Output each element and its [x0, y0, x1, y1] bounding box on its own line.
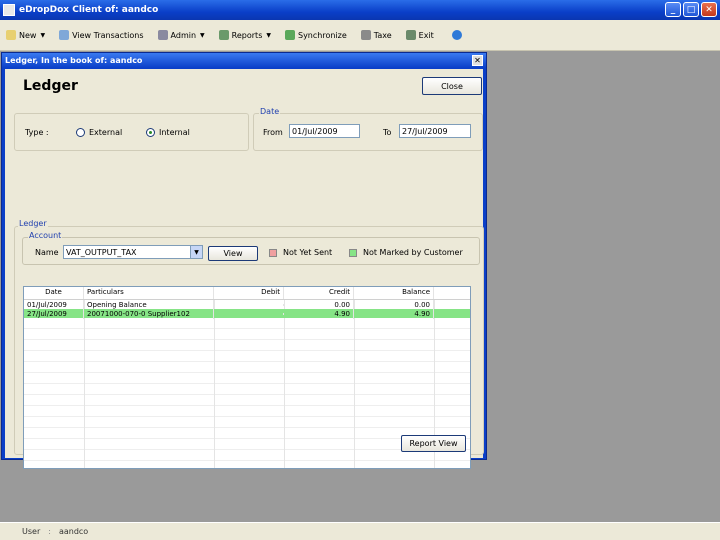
not-yet-sent-label: Not Yet Sent — [283, 248, 333, 257]
toolbar-label: Taxe — [373, 30, 392, 40]
status-user-label: User — [22, 527, 41, 536]
account-group-label: Account — [28, 231, 63, 240]
tax-icon — [360, 30, 371, 40]
toolbar-label: Synchronize — [297, 30, 347, 40]
toolbar-label: New — [19, 30, 37, 40]
to-label: To — [383, 128, 392, 137]
header-credit[interactable]: Credit — [284, 287, 354, 299]
ledger-group-label: Ledger — [18, 219, 48, 228]
toolbar-label: Reports — [231, 30, 263, 40]
header-debit[interactable]: Debit — [214, 287, 284, 299]
to-date-input[interactable]: 27/Jul/2009 — [399, 124, 471, 138]
exit-icon — [405, 30, 416, 40]
toolbar-item-view-transactions[interactable]: View Transactions — [59, 30, 144, 40]
main-toolbar: New ▼ View Transactions Admin ▼ Reports ▼ Synch… — [0, 20, 720, 51]
header-date[interactable]: Date — [24, 287, 84, 299]
cell-debit — [214, 312, 284, 315]
cell-date: 27/Jul/2009 — [24, 308, 84, 319]
window-controls: _ □ ✕ — [665, 2, 717, 17]
cell-credit: 4.90 — [284, 308, 354, 319]
status-separator: : — [48, 527, 51, 536]
toolbar-label: View Transactions — [72, 30, 144, 40]
toolbar-label: Admin — [170, 30, 197, 40]
view-icon — [59, 30, 70, 40]
app-title-bar: eDropDox Client of: aandco _ □ ✕ — [0, 0, 720, 20]
table-row[interactable]: 27/Jul/2009 20071000-070-0 Supplier102 4.9… — [24, 308, 470, 319]
cell-spacer — [434, 313, 470, 315]
app-title: eDropDox Client of: aandco — [19, 5, 159, 15]
globe-icon[interactable] — [451, 30, 462, 40]
toolbar-item-exit[interactable]: Exit — [405, 30, 434, 40]
toolbar-item-synchronize[interactable]: Synchronize — [284, 30, 347, 40]
cell-spacer — [434, 304, 470, 306]
cell-balance: 4.90 — [354, 308, 434, 319]
type-label: Type : — [25, 128, 49, 137]
ledger-window-body: Ledger Close Type : External Internal Da… — [5, 69, 484, 469]
external-label: External — [89, 128, 123, 137]
page-title: Ledger — [23, 78, 78, 94]
close-button[interactable]: Close — [422, 77, 482, 95]
header-spacer — [434, 287, 470, 299]
account-name-select[interactable]: VAT_OUTPUT_TAX ▼ — [63, 245, 203, 259]
chevron-down-icon[interactable]: ▼ — [190, 246, 202, 258]
new-document-icon — [6, 30, 16, 40]
chevron-down-icon[interactable]: ▼ — [40, 32, 45, 39]
internal-radio[interactable] — [146, 128, 155, 137]
header-balance[interactable]: Balance — [354, 287, 434, 299]
external-radio[interactable] — [76, 128, 85, 137]
cell-particulars: 20071000-070-0 Supplier102 — [84, 308, 214, 319]
from-label: From — [263, 128, 283, 137]
admin-icon — [157, 30, 168, 40]
table-header: Date Particulars Debit Credit Balance — [24, 287, 470, 300]
ledger-window-title: Ledger, In the book of: aandco — [2, 53, 486, 68]
maximize-button[interactable]: □ — [683, 2, 699, 17]
type-group — [14, 113, 249, 151]
date-group-label: Date — [259, 107, 281, 116]
ledger-window: Ledger, In the book of: aandco ✕ Ledger … — [1, 52, 487, 469]
chevron-down-icon[interactable]: ▼ — [200, 32, 205, 39]
not-marked-label: Not Marked by Customer — [363, 248, 463, 257]
close-window-button[interactable]: ✕ — [701, 2, 717, 17]
header-particulars[interactable]: Particulars — [84, 287, 214, 299]
toolbar-item-taxe[interactable]: Taxe — [360, 30, 392, 40]
cell-debit — [214, 303, 284, 306]
chevron-down-icon[interactable]: ▼ — [266, 32, 271, 39]
toolbar-item-admin[interactable]: Admin ▼ — [157, 30, 205, 40]
sync-icon — [284, 30, 295, 40]
reports-icon — [218, 30, 229, 40]
toolbar-item-new[interactable]: New ▼ — [6, 30, 45, 40]
not-marked-swatch — [349, 249, 357, 257]
internal-label: Internal — [159, 128, 190, 137]
report-view-button[interactable]: Report View — [401, 435, 466, 452]
toolbar-item-reports[interactable]: Reports ▼ — [218, 30, 271, 40]
view-button[interactable]: View — [208, 246, 258, 261]
ledger-window-close-icon[interactable]: ✕ — [472, 55, 483, 66]
status-bar: User : aandco — [0, 522, 720, 540]
app-icon — [3, 4, 15, 16]
toolbar-label: Exit — [418, 30, 434, 40]
minimize-button[interactable]: _ — [665, 2, 681, 17]
table-body: 01/Jul/2009 Opening Balance 0.00 0.00 27/Jul… — [24, 299, 470, 319]
name-label: Name — [35, 248, 59, 257]
status-user-value: aandco — [58, 527, 89, 536]
from-date-input[interactable]: 01/Jul/2009 — [289, 124, 360, 138]
not-yet-sent-swatch — [269, 249, 277, 257]
account-name-value: VAT_OUTPUT_TAX — [66, 248, 137, 257]
